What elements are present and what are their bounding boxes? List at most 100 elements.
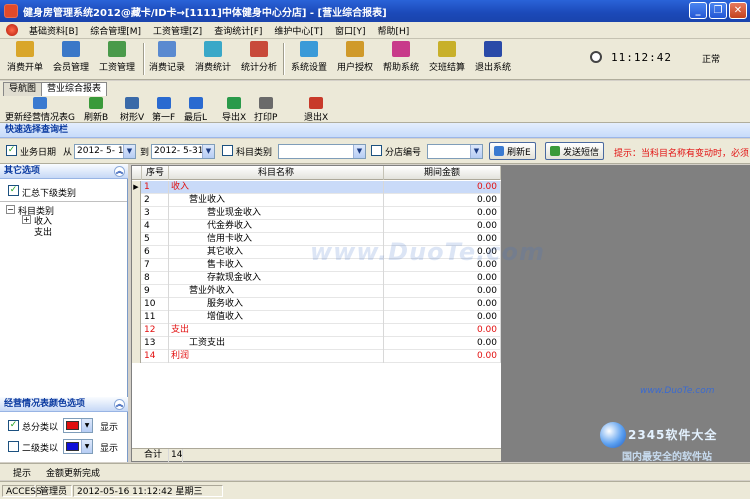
collapse-icon[interactable]: ︽ — [114, 399, 125, 410]
chevron-down-icon[interactable]: ▼ — [81, 419, 92, 432]
category-filter-checkbox[interactable] — [222, 145, 233, 156]
secondary-color-picker[interactable]: ▼ — [63, 439, 93, 454]
menu-help[interactable]: 帮助[H] — [371, 24, 415, 37]
row-indicator-icon[interactable]: ▶ — [132, 181, 141, 194]
restore-button[interactable]: ❐ — [709, 2, 727, 19]
menu-management[interactable]: 综合管理[M] — [84, 24, 147, 37]
table-row[interactable]: 3 营业现金收入 0.00 — [132, 207, 501, 220]
export-button[interactable]: 导出X — [222, 97, 246, 123]
tab-navigation[interactable]: 导航图 — [3, 82, 43, 96]
tab-hint[interactable]: 提示 — [13, 466, 31, 479]
user-auth-icon — [346, 41, 364, 57]
toolbar-button-consume-order[interactable]: 消费开单 — [2, 41, 48, 73]
cell-no: 8 — [142, 272, 169, 285]
header-account-name[interactable]: 科目名称 — [169, 166, 384, 180]
cell-amount: 0.00 — [384, 324, 501, 337]
row-indicator[interactable] — [132, 246, 141, 259]
header-period-amount[interactable]: 期间金额 — [384, 166, 501, 180]
tree-collapse-icon[interactable]: − — [6, 205, 15, 214]
to-date-picker[interactable]: 2012- 5-31 ▼ — [151, 144, 215, 159]
row-indicator[interactable] — [132, 233, 141, 246]
table-row[interactable]: 9 营业外收入 0.00 — [132, 285, 501, 298]
toolbar-button-user-auth[interactable]: 用户授权 — [332, 41, 378, 73]
cash-register-icon — [16, 41, 34, 57]
toolbar-button-members[interactable]: 会员管理 — [48, 41, 94, 73]
primary-color-picker[interactable]: ▼ — [63, 418, 93, 433]
branch-filter-checkbox[interactable] — [371, 145, 382, 156]
secondary-category-color-checkbox[interactable] — [8, 441, 19, 452]
row-indicator[interactable] — [132, 259, 141, 272]
collapse-icon[interactable]: ︽ — [114, 166, 125, 177]
cell-no: 6 — [142, 246, 169, 259]
tree-view-button[interactable]: 树形V — [120, 97, 144, 123]
toolbar-button-records[interactable]: 消费记录 — [144, 41, 190, 73]
table-row[interactable]: 10 服务收入 0.00 — [132, 298, 501, 311]
branch-select[interactable]: ▼ — [427, 144, 483, 159]
tree-icon — [125, 97, 140, 109]
printer-icon — [258, 97, 273, 109]
tree-node-expense[interactable]: 支出 — [34, 225, 52, 238]
table-row[interactable]: 2 营业收入 0.00 — [132, 194, 501, 207]
toolbar-button-statistics[interactable]: 消费统计 — [190, 41, 236, 73]
last-record-button[interactable]: 最后L — [184, 97, 207, 123]
query-refresh-button[interactable]: 刷新E — [489, 142, 536, 160]
menu-query[interactable]: 查询统计[F] — [208, 24, 268, 37]
header-no[interactable]: 序号 — [142, 166, 169, 180]
update-report-button[interactable]: 更新经营情况表G — [5, 97, 75, 123]
row-indicator[interactable] — [132, 350, 141, 363]
menu-bar: 基础资料[B] 综合管理[M] 工资管理[Z] 查询统计[F] 维护中心[T] … — [0, 22, 750, 39]
send-sms-button[interactable]: 发送短信 — [545, 142, 605, 160]
close-button[interactable]: ✕ — [729, 2, 747, 19]
tab-business-report[interactable]: 营业综合报表 — [41, 82, 108, 96]
toolbar-button-analysis[interactable]: 统计分析 — [236, 41, 282, 73]
row-indicator[interactable] — [132, 311, 141, 324]
menu-maintenance[interactable]: 维护中心[T] — [268, 24, 329, 37]
chevron-down-icon[interactable]: ▼ — [353, 145, 365, 158]
toolbar-button-salary[interactable]: 工资管理 — [94, 41, 140, 73]
row-indicator[interactable] — [132, 220, 141, 233]
row-indicator[interactable] — [132, 337, 141, 350]
table-row[interactable]: 13 工资支出 0.00 — [132, 337, 501, 350]
primary-category-color-checkbox[interactable]: ✓ — [8, 420, 19, 431]
branch-label: 分店编号 — [385, 148, 422, 158]
date-filter-checkbox[interactable]: ✓ — [6, 145, 17, 156]
app-menu-icon[interactable] — [6, 24, 18, 36]
chevron-down-icon[interactable]: ▼ — [81, 440, 92, 453]
chevron-down-icon[interactable]: ▼ — [470, 145, 482, 158]
chevron-down-icon[interactable]: ▼ — [123, 145, 135, 158]
toolbar-button-help[interactable]: 帮助系统 — [378, 41, 424, 73]
toolbar-button-exit[interactable]: 退出系统 — [470, 41, 516, 73]
report-toolbar: 更新经营情况表G 刷新B 树形V 第一F 最后L 导出X 打印P 退出X — [0, 96, 750, 123]
summary-subcategory-checkbox[interactable]: ✓ — [8, 185, 19, 196]
tree-expand-icon[interactable]: + — [22, 215, 31, 224]
report-exit-button[interactable]: 退出X — [304, 97, 328, 123]
table-row[interactable]: 4 代金券收入 0.00 — [132, 220, 501, 233]
row-indicator[interactable] — [132, 207, 141, 220]
row-indicator[interactable] — [132, 298, 141, 311]
minimize-button[interactable]: _ — [689, 2, 707, 19]
row-indicator[interactable] — [132, 324, 141, 337]
table-row[interactable]: ▶ 1 收入 0.00 — [132, 181, 501, 194]
grid-footer: 合计 14 — [132, 448, 501, 462]
chevron-down-icon[interactable]: ▼ — [202, 145, 214, 158]
row-indicator[interactable] — [132, 272, 141, 285]
row-indicator[interactable] — [132, 194, 141, 207]
row-indicator[interactable] — [132, 285, 141, 298]
toolbar-button-settings[interactable]: 系统设置 — [286, 41, 332, 73]
window-controls: _ ❐ ✕ — [689, 2, 747, 19]
table-row[interactable]: 14 利润 0.00 — [132, 350, 501, 363]
menu-window[interactable]: 窗口[Y] — [329, 24, 372, 37]
toolbar-button-shift-settle[interactable]: 交班结算 — [424, 41, 470, 73]
menu-basic-data[interactable]: 基础资料[B] — [23, 24, 84, 37]
from-date-picker[interactable]: 2012- 5- 1 ▼ — [74, 144, 136, 159]
print-button[interactable]: 打印P — [254, 97, 277, 123]
first-record-button[interactable]: 第一F — [152, 97, 175, 123]
refresh-button[interactable]: 刷新B — [84, 97, 108, 123]
cell-account-name: 营业外收入 — [169, 285, 384, 298]
table-row[interactable]: 12 支出 0.00 — [132, 324, 501, 337]
cell-account-name: 服务收入 — [169, 298, 384, 311]
table-row[interactable]: 8 存款现金收入 0.00 — [132, 272, 501, 285]
category-select[interactable]: ▼ — [278, 144, 366, 159]
table-row[interactable]: 11 增值收入 0.00 — [132, 311, 501, 324]
menu-salary[interactable]: 工资管理[Z] — [147, 24, 208, 37]
